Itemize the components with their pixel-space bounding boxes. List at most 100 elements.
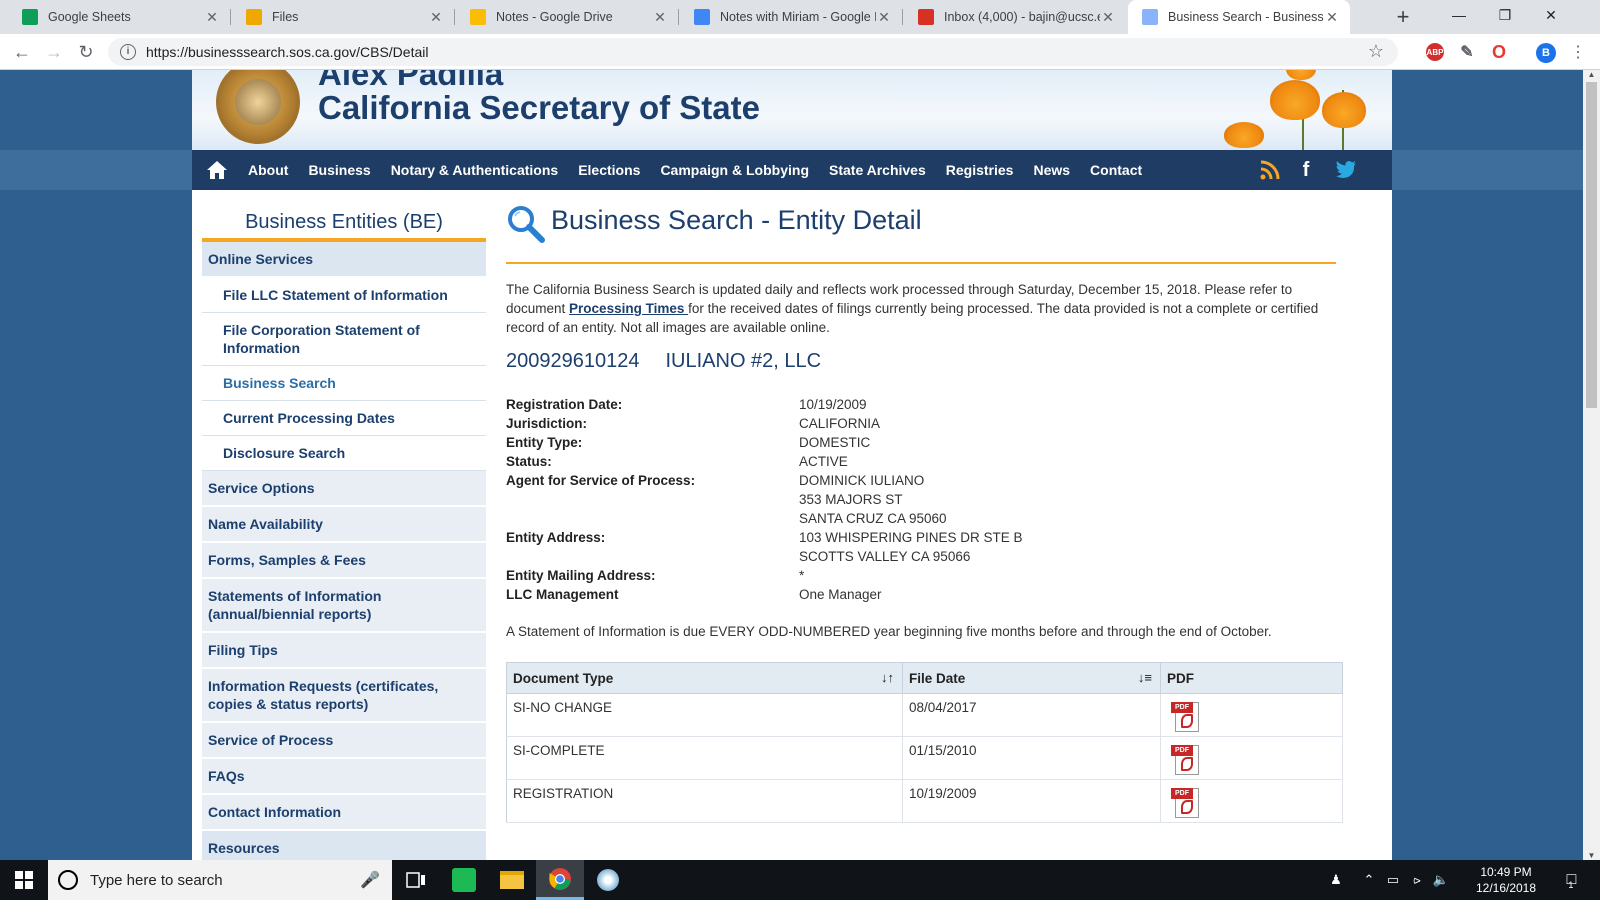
tab-close-icon[interactable]: ✕	[652, 9, 668, 26]
nav-item-state-archives[interactable]: State Archives	[819, 162, 936, 178]
nav-item-elections[interactable]: Elections	[568, 162, 650, 178]
rss-icon[interactable]	[1258, 158, 1282, 182]
sidebar-item-information-requests-certificates-copies-status-reports[interactable]: Information Requests (certificates, copi…	[202, 669, 486, 723]
pdf-icon[interactable]: PDF	[1171, 786, 1201, 818]
facebook-icon[interactable]: f	[1294, 158, 1318, 182]
tab-title[interactable]: Business Search - Business Enti	[1168, 10, 1324, 24]
processing-times-link[interactable]: Processing Times	[569, 301, 688, 316]
paint-app-icon[interactable]	[584, 860, 632, 900]
tab-close-icon[interactable]: ✕	[204, 9, 220, 26]
extension-icon[interactable]: ✎	[1458, 43, 1476, 61]
pdf-icon[interactable]: PDF	[1171, 743, 1201, 775]
col-header-file-date[interactable]: File Date ↓≡	[902, 662, 1161, 694]
pdf-icon[interactable]: PDF	[1171, 700, 1201, 732]
task-view-icon[interactable]	[392, 860, 440, 900]
wifi-icon[interactable]: ⪧	[1406, 860, 1428, 900]
url-text[interactable]: https://businesssearch.sos.ca.gov/CBS/De…	[146, 44, 428, 60]
battery-icon[interactable]: ▭	[1382, 860, 1404, 900]
adblock-plus-icon[interactable]: ABP	[1426, 43, 1444, 61]
browser-tab[interactable]: Business Search - Business Enti✕	[1128, 0, 1350, 34]
chrome-app-icon[interactable]	[536, 860, 584, 900]
tab-title[interactable]: Notes with Miriam - Google Dc	[720, 10, 876, 24]
nav-item-registries[interactable]: Registries	[936, 162, 1024, 178]
nav-item-news[interactable]: News	[1023, 162, 1080, 178]
tab-close-icon[interactable]: ✕	[1100, 9, 1116, 26]
nav-item-notary-authentications[interactable]: Notary & Authentications	[381, 162, 569, 178]
detail-label: Status:	[506, 454, 552, 469]
sidebar-item-contact-information[interactable]: Contact Information	[202, 795, 486, 831]
sidebar-item-name-availability[interactable]: Name Availability	[202, 507, 486, 543]
reload-icon[interactable]: ↻	[74, 40, 98, 64]
sidebar-item-business-search[interactable]: Business Search	[202, 366, 486, 401]
page-viewport: Alex Padilla California Secretary of Sta…	[0, 70, 1583, 860]
sidebar-item-online-services[interactable]: Online Services	[202, 242, 486, 278]
detail-label	[506, 490, 799, 509]
sidebar-item-resources[interactable]: Resources	[202, 831, 486, 860]
close-window-button[interactable]: ✕	[1528, 0, 1574, 30]
tab-close-icon[interactable]: ✕	[428, 9, 444, 26]
sidebar-item-filing-tips[interactable]: Filing Tips	[202, 633, 486, 669]
tab-close-icon[interactable]: ✕	[1324, 9, 1340, 26]
volume-icon[interactable]: 🔈	[1430, 860, 1452, 900]
tray-chevron-icon[interactable]: ⌃	[1358, 860, 1380, 900]
nav-item-contact[interactable]: Contact	[1080, 162, 1152, 178]
sheets-icon	[22, 9, 38, 25]
detail-label: Jurisdiction:	[506, 416, 588, 431]
taskbar-search[interactable]: Type here to search 🎤	[48, 860, 392, 900]
nav-item-business[interactable]: Business	[298, 162, 380, 178]
scrollbar-thumb[interactable]	[1586, 82, 1597, 408]
profile-avatar[interactable]: B	[1536, 43, 1556, 63]
detail-value: One Manager	[799, 587, 882, 602]
twitter-icon[interactable]	[1334, 158, 1358, 182]
sidebar-item-current-processing-dates[interactable]: Current Processing Dates	[202, 401, 486, 436]
opera-extension-icon[interactable]: O	[1490, 42, 1508, 62]
nav-item-about[interactable]: About	[238, 162, 298, 178]
browser-tab[interactable]: Notes - Google Drive ✕	[456, 0, 678, 34]
browser-tab[interactable]: Files ✕	[232, 0, 454, 34]
chrome-menu-icon[interactable]: ⋮	[1566, 40, 1590, 64]
col-header-document-type[interactable]: Document Type ↓↑	[506, 662, 903, 694]
poppy-flower-icon	[1224, 122, 1264, 148]
windows-start-icon[interactable]	[0, 860, 48, 900]
nav-item-campaign-lobbying[interactable]: Campaign & Lobbying	[650, 162, 819, 178]
table-row: REGISTRATION 10/19/2009 PDF	[506, 779, 1343, 823]
sidebar-item-file-llc-statement-of-information[interactable]: File LLC Statement of Information	[202, 278, 486, 313]
tab-close-icon[interactable]: ✕	[876, 9, 892, 26]
detail-row: Registration Date: 10/19/2009	[506, 395, 1326, 414]
detail-value: 103 WHISPERING PINES DR STE B	[799, 530, 1023, 545]
detail-value: *	[799, 568, 805, 583]
action-center-icon[interactable]: □ 1	[1550, 860, 1590, 900]
system-clock[interactable]: 10:49 PM 12/16/2018	[1468, 864, 1544, 896]
browser-tab[interactable]: Notes with Miriam - Google Dc ✕	[680, 0, 902, 34]
bookmark-star-icon[interactable]: ☆	[1368, 41, 1384, 62]
sort-icon[interactable]: ↓≡	[1138, 670, 1152, 685]
sidebar-item-forms-samples-fees[interactable]: Forms, Samples & Fees	[202, 543, 486, 579]
site-info-icon[interactable]: i	[120, 44, 136, 60]
address-bar[interactable]: i https://businesssearch.sos.ca.gov/CBS/…	[108, 38, 1398, 66]
forward-icon[interactable]: →	[42, 40, 66, 64]
tab-title[interactable]: Google Sheets	[48, 10, 204, 24]
minimize-button[interactable]: —	[1436, 0, 1482, 30]
file-explorer-icon[interactable]	[488, 860, 536, 900]
back-icon[interactable]: ←	[10, 40, 34, 64]
tab-title[interactable]: Inbox (4,000) - bajin@ucsc.edu	[944, 10, 1100, 24]
sidebar-item-disclosure-search[interactable]: Disclosure Search	[202, 436, 486, 471]
sidebar-item-faqs[interactable]: FAQs	[202, 759, 486, 795]
tab-title[interactable]: Notes - Google Drive	[496, 10, 652, 24]
sidebar-item-service-of-process[interactable]: Service of Process	[202, 723, 486, 759]
new-tab-button[interactable]: +	[1390, 4, 1416, 30]
sidebar-item-file-corporation-statement-of-information[interactable]: File Corporation Statement of Informatio…	[202, 313, 486, 366]
sidebar-item-statements-of-information-annual-biennial-reports[interactable]: Statements of Information (annual/bienni…	[202, 579, 486, 633]
microphone-icon[interactable]: 🎤	[360, 870, 380, 890]
sort-icon[interactable]: ↓↑	[881, 670, 894, 685]
people-icon[interactable]: ♟	[1322, 860, 1350, 900]
browser-tab[interactable]: Google Sheets ✕	[8, 0, 230, 34]
browser-tab[interactable]: Inbox (4,000) - bajin@ucsc.edu✕	[904, 0, 1126, 34]
taskbar-search-placeholder[interactable]: Type here to search	[90, 872, 360, 889]
sidebar-item-service-options[interactable]: Service Options	[202, 471, 486, 507]
home-icon[interactable]	[196, 150, 238, 190]
spotify-app-icon[interactable]	[440, 860, 488, 900]
page-scrollbar[interactable]: ▲ ▼	[1583, 70, 1600, 860]
tab-title[interactable]: Files	[272, 10, 428, 24]
maximize-button[interactable]: ❐	[1482, 0, 1528, 30]
